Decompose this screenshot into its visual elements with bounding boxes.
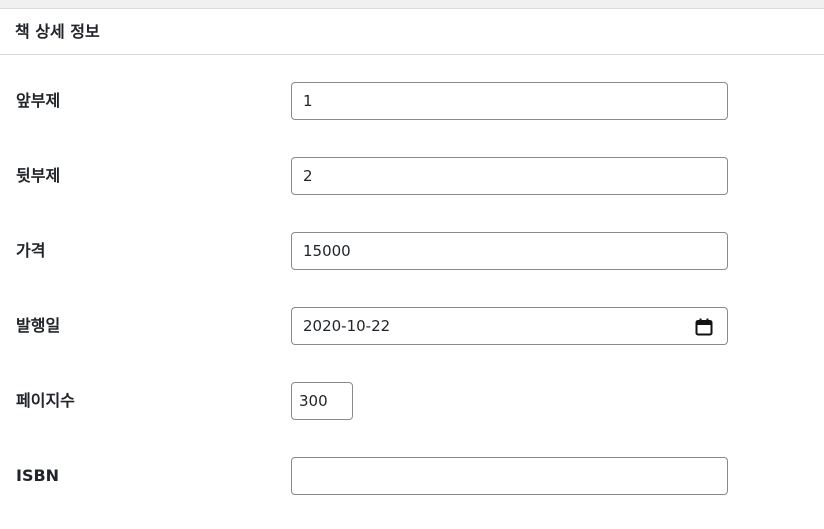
publish-date-label: 발행일 xyxy=(16,316,61,335)
form-row-page-count: 페이지수 300 xyxy=(0,382,824,420)
form-row-back-subtitle: 뒷부제 2 xyxy=(0,157,824,195)
publish-date-input[interactable]: 2020-10-22 xyxy=(291,307,728,345)
card-header: 책 상세 정보 xyxy=(0,9,824,55)
front-subtitle-label: 앞부제 xyxy=(16,91,61,110)
front-subtitle-input[interactable]: 1 xyxy=(291,82,728,120)
page-count-input[interactable]: 300 xyxy=(291,382,353,420)
form-row-isbn: ISBN xyxy=(0,457,824,495)
isbn-input[interactable] xyxy=(291,457,728,495)
top-strip xyxy=(0,0,824,9)
back-subtitle-input[interactable]: 2 xyxy=(291,157,728,195)
form-row-front-subtitle: 앞부제 1 xyxy=(0,82,824,120)
form-row-publish-date: 발행일 2020-10-22 xyxy=(0,307,824,345)
price-input[interactable]: 15000 xyxy=(291,232,728,270)
publish-date-value: 2020-10-22 xyxy=(303,317,391,335)
price-label: 가격 xyxy=(16,241,46,260)
isbn-label: ISBN xyxy=(16,466,60,485)
card-title: 책 상세 정보 xyxy=(15,22,100,41)
back-subtitle-label: 뒷부제 xyxy=(16,166,61,185)
form-row-price: 가격 15000 xyxy=(0,232,824,270)
page-count-label: 페이지수 xyxy=(16,391,75,410)
calendar-icon[interactable] xyxy=(695,318,713,336)
